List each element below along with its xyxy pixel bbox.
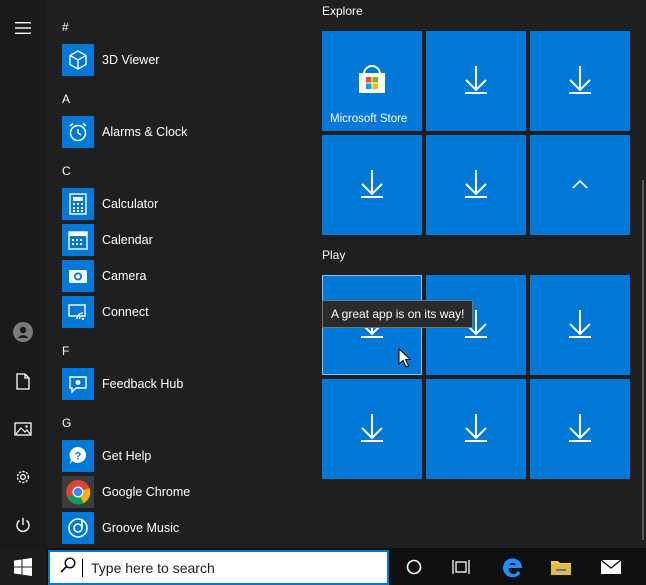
tile-download[interactable] [426, 31, 526, 131]
svg-text:?: ? [75, 451, 82, 463]
tile-microsoft-store[interactable]: Microsoft Store [322, 31, 422, 131]
section-title-explore[interactable]: Explore [322, 4, 363, 18]
tile-download[interactable] [530, 275, 630, 375]
download-arrow-icon [359, 168, 385, 203]
camera-icon [62, 260, 94, 292]
group-header[interactable]: # [62, 20, 69, 34]
taskbar [0, 548, 646, 585]
app-label: Calculator [102, 197, 159, 211]
tile-download[interactable] [530, 379, 630, 479]
download-arrow-icon [463, 168, 489, 203]
calendar-icon [62, 224, 94, 256]
app-google-chrome[interactable]: Google Chrome [62, 474, 302, 510]
app-label: Alarms & Clock [102, 125, 188, 139]
group-header[interactable]: C [62, 164, 71, 178]
tile-download[interactable] [530, 31, 630, 131]
scrollbar[interactable] [642, 180, 644, 540]
alarm-clock-icon [62, 116, 94, 148]
tile-download[interactable] [322, 135, 422, 235]
windows-logo-icon[interactable] [0, 548, 46, 585]
app-groove-music[interactable]: Groove Music [62, 510, 302, 546]
app-connect[interactable]: Connect [62, 294, 302, 330]
group-header[interactable]: A [62, 92, 70, 106]
download-arrow-icon [359, 412, 385, 447]
app-label: Calendar [102, 233, 153, 247]
feedback-icon [62, 368, 94, 400]
search-icon [60, 557, 76, 578]
tiles-area: Explore Microsoft Store Play [306, 0, 646, 548]
tile-download[interactable] [426, 379, 526, 479]
app-get-help[interactable]: ? Get Help [62, 438, 302, 474]
section-title-play[interactable]: Play [322, 248, 345, 262]
app-label: Get Help [102, 449, 152, 463]
tile-collapse-group[interactable] [530, 135, 630, 235]
download-arrow-icon [567, 308, 593, 343]
hamburger-menu-icon[interactable] [0, 4, 46, 52]
app-label: Google Chrome [102, 485, 191, 499]
app-label: Feedback Hub [102, 377, 184, 391]
pictures-icon[interactable] [0, 405, 46, 453]
left-rail [0, 0, 46, 548]
mouse-cursor-icon [398, 347, 412, 373]
chrome-icon [62, 476, 94, 508]
app-calculator[interactable]: Calculator [62, 186, 302, 222]
start-menu: # 3D Viewer A Alarms & Clock C Calculato… [0, 0, 646, 548]
tile-tooltip: A great app is on its way! [322, 300, 474, 328]
documents-icon[interactable] [0, 357, 46, 405]
tile-label: Microsoft Store [330, 113, 408, 125]
music-icon [62, 512, 94, 544]
app-alarms-clock[interactable]: Alarms & Clock [62, 114, 302, 150]
download-arrow-icon [463, 64, 489, 99]
group-header[interactable]: G [62, 416, 71, 430]
task-view-icon[interactable] [438, 548, 486, 585]
file-explorer-icon[interactable] [537, 548, 585, 585]
calculator-icon [62, 188, 94, 220]
connect-icon [62, 296, 94, 328]
user-avatar-icon[interactable] [0, 308, 46, 356]
chevron-up-icon [572, 176, 588, 194]
app-label: 3D Viewer [102, 53, 160, 67]
tile-download[interactable] [322, 379, 422, 479]
store-icon [356, 63, 388, 100]
download-arrow-icon [463, 412, 489, 447]
app-feedback-hub[interactable]: Feedback Hub [62, 366, 302, 402]
help-icon: ? [62, 440, 94, 472]
edge-icon[interactable] [489, 548, 537, 585]
cortana-icon[interactable] [390, 548, 438, 585]
settings-icon[interactable] [0, 453, 46, 501]
app-list: # 3D Viewer A Alarms & Clock C Calculato… [46, 0, 306, 548]
app-label: Groove Music [102, 521, 180, 535]
power-icon[interactable] [0, 501, 46, 549]
text-caret [82, 558, 83, 577]
group-header[interactable]: F [62, 344, 69, 358]
download-arrow-icon [567, 64, 593, 99]
download-arrow-icon [567, 412, 593, 447]
taskbar-search-box[interactable] [48, 550, 389, 585]
search-input[interactable] [91, 559, 371, 576]
app-camera[interactable]: Camera [62, 258, 302, 294]
cube-icon [62, 44, 94, 76]
app-label: Connect [102, 305, 149, 319]
app-3d-viewer[interactable]: 3D Viewer [62, 42, 302, 78]
tile-download[interactable] [426, 135, 526, 235]
app-calendar[interactable]: Calendar [62, 222, 302, 258]
app-label: Camera [102, 269, 147, 283]
mail-icon[interactable] [587, 548, 635, 585]
